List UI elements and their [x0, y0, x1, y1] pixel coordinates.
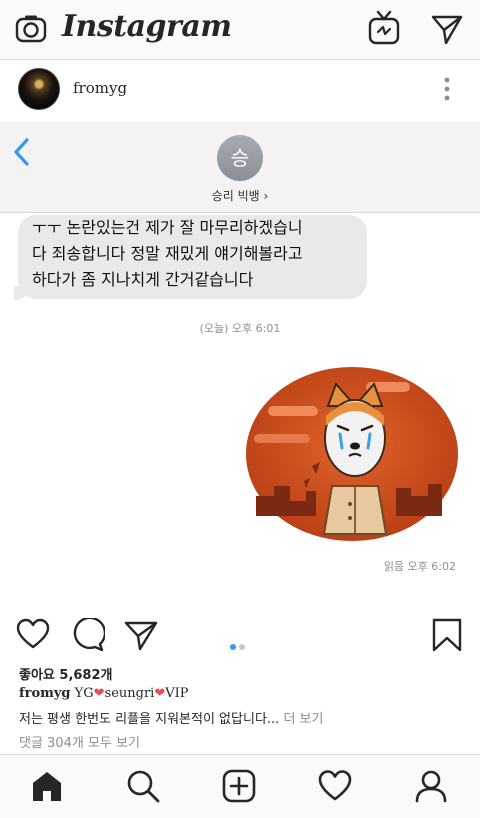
direct-message-icon[interactable] [430, 12, 464, 46]
search-icon[interactable] [126, 769, 160, 803]
heart-icon[interactable] [16, 618, 50, 652]
caption-text-vip: VIP [165, 686, 189, 701]
caption-text-seungri: seungri [104, 686, 155, 701]
heart-emoji-icon: ❤ [154, 686, 166, 701]
bookmark-icon[interactable] [430, 618, 464, 652]
post-username[interactable]: fromyg [73, 79, 127, 97]
comment-icon[interactable] [71, 618, 105, 652]
more-options-icon[interactable] [437, 75, 457, 103]
post-header: fromyg [0, 61, 480, 123]
caption-line-2: 저는 평생 한번도 리플을 지워본적이 없답니다... 더 보기 [19, 708, 469, 727]
message-bubble: ㅜㅜ 논란있는건 제가 잘 마무리하겠습니 다 죄송합니다 정말 재밌게 얘기해… [18, 215, 367, 299]
post-actions [0, 606, 480, 658]
view-all-comments-link[interactable]: 댓글 304개 모두 보기 [19, 732, 140, 751]
bottom-nav [0, 754, 480, 818]
caption-username[interactable]: fromyg [19, 686, 71, 701]
message-timestamp: (오늘) 오후 6:01 [199, 322, 281, 335]
likes-count[interactable]: 좋아요 5,682개 [19, 664, 113, 683]
read-receipt: 읽음 오후 6:02 [383, 560, 456, 573]
carousel-indicator [230, 635, 248, 654]
more-link[interactable]: 더 보기 [283, 712, 323, 727]
avatar[interactable] [18, 68, 60, 110]
back-chevron-icon [14, 138, 29, 166]
activity-heart-icon[interactable] [318, 769, 352, 803]
camera-icon[interactable] [14, 12, 48, 46]
contact-avatar: 승 [217, 135, 263, 181]
message-header: 승 승리 빅뱅 › [0, 123, 480, 213]
caption: fromyg YG❤seungri❤VIP [19, 686, 469, 701]
heart-emoji-icon: ❤ [93, 686, 105, 701]
post-image[interactable]: 승 승리 빅뱅 › ㅜㅜ 논란있는건 제가 잘 마무리하겠습니 다 죄송합니다 … [0, 123, 480, 606]
add-post-icon[interactable] [222, 769, 256, 803]
instagram-logo: Instagram [62, 9, 232, 44]
caption-text-yg: YG [74, 686, 94, 701]
profile-icon[interactable] [414, 769, 448, 803]
share-icon[interactable] [124, 618, 158, 652]
igtv-icon[interactable] [366, 10, 402, 46]
top-bar: Instagram [0, 0, 480, 60]
carousel-dot [239, 644, 245, 650]
home-icon[interactable] [30, 769, 64, 803]
caption-text: 저는 평생 한번도 리플을 지워본적이 없답니다... [19, 712, 280, 727]
shiba-sticker-image [246, 367, 458, 541]
carousel-dot-active [230, 644, 236, 650]
contact-name: 승리 빅뱅 › [211, 189, 269, 203]
